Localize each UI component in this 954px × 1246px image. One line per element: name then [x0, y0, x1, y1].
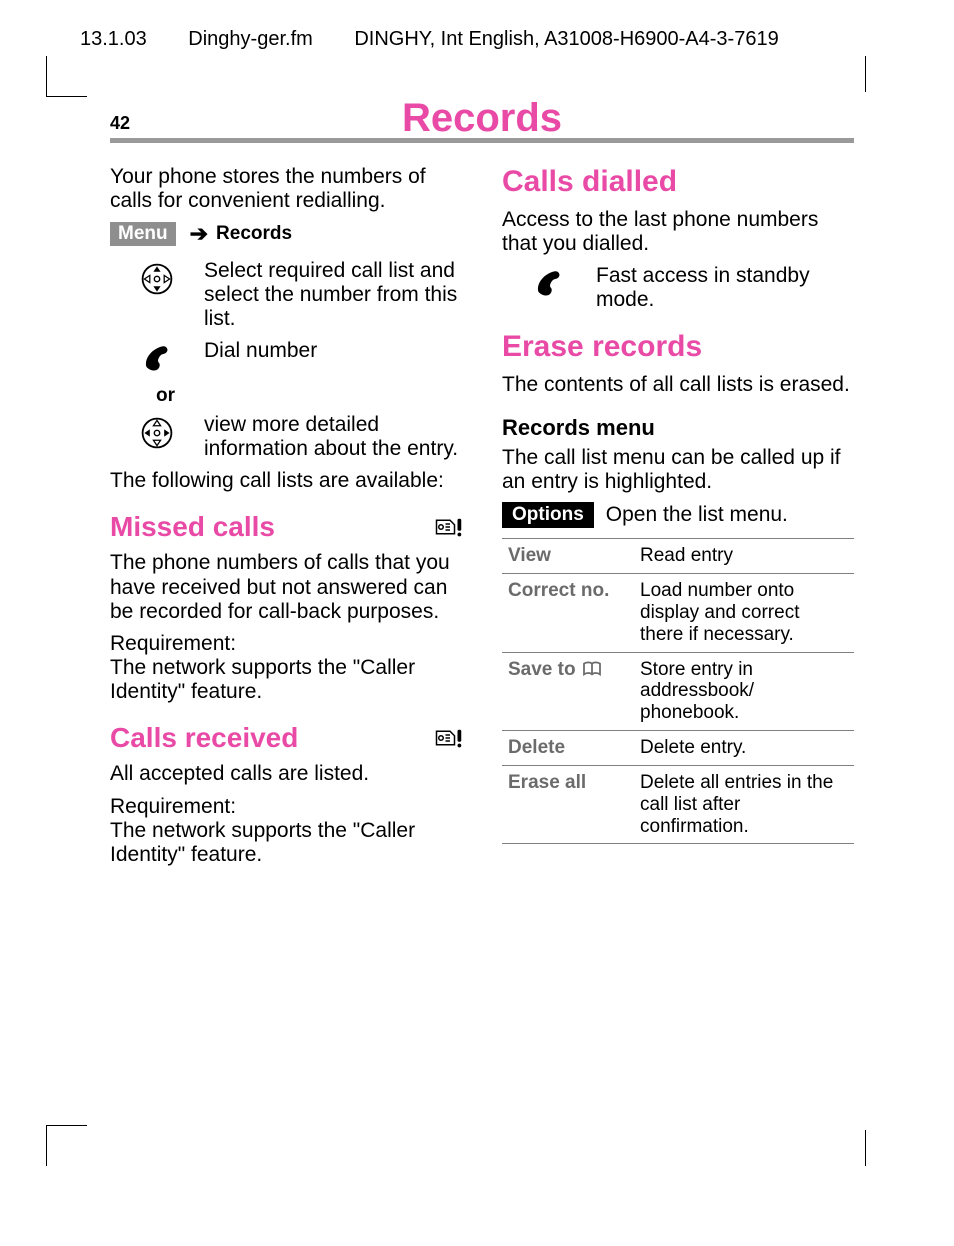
table-row: Correct no. Load number onto display and… [502, 573, 854, 652]
intro-text: Your phone stores the numbers of calls f… [110, 165, 462, 213]
navigation-key-icon [139, 261, 175, 297]
step-text: Dial number [204, 339, 462, 363]
call-key-icon [531, 266, 567, 302]
step-row: Fast access in standby mode. [502, 264, 854, 312]
sim-dependent-icon [432, 516, 462, 538]
header-file: Dinghy-ger.fm [188, 28, 313, 50]
option-desc: Store entry in addressbook/ phonebook. [634, 652, 854, 731]
option-name: Erase all [502, 765, 634, 844]
requirement-label: Requirement: [110, 632, 462, 656]
erase-records-text: The contents of all call lists is erased… [502, 373, 854, 397]
step-text: view more detailed information about the… [204, 413, 462, 461]
requirement-text: The network supports the "Caller Identit… [110, 819, 462, 867]
header-date: 13.1.03 [80, 28, 147, 50]
step-row: Dial number [110, 339, 462, 377]
step-row: Select required call list and select the… [110, 259, 462, 331]
doc-header: 13.1.03 Dinghy-ger.fm DINGHY, Int Englis… [80, 28, 874, 51]
calls-dialled-heading: Calls dialled [502, 165, 854, 200]
calls-received-text: All accepted calls are listed. [110, 762, 462, 786]
arrow-right-icon: ➔ [190, 221, 208, 246]
calls-dialled-text: Access to the last phone numbers that yo… [502, 208, 854, 256]
call-key-icon [139, 341, 175, 377]
option-desc: Read entry [634, 539, 854, 574]
right-column: Calls dialled Access to the last phone n… [502, 165, 854, 875]
options-text: Open the list menu. [606, 503, 788, 527]
step-text: Fast access in standby mode. [596, 264, 854, 312]
records-menu-text: The call list menu can be called up if a… [502, 446, 854, 494]
records-menu-heading: Records menu [502, 415, 854, 440]
step-text: Select required call list and select the… [204, 259, 462, 331]
navigation-key-icon [139, 415, 175, 451]
option-desc: Delete entry. [634, 731, 854, 766]
option-desc: Delete all entries in the call list afte… [634, 765, 854, 844]
option-name: Delete [502, 731, 634, 766]
table-row: View Read entry [502, 539, 854, 574]
table-row: Delete Delete entry. [502, 731, 854, 766]
page-number: 42 [110, 113, 130, 134]
sim-dependent-icon [432, 727, 462, 749]
option-desc: Load number onto display and correct the… [634, 573, 854, 652]
options-row: Options Open the list menu. [502, 502, 854, 528]
left-column: Your phone stores the numbers of calls f… [110, 165, 462, 875]
menu-target: Records [216, 223, 292, 245]
title-bar: 42 Records [110, 94, 854, 143]
missed-calls-heading: Missed calls [110, 511, 462, 543]
crop-mark [865, 56, 866, 92]
page-title: Records [402, 98, 562, 138]
menu-softkey-label: Menu [110, 222, 176, 246]
option-name: Save to [502, 652, 634, 731]
crop-mark [46, 56, 87, 97]
option-name: Correct no. [502, 573, 634, 652]
requirement-label: Requirement: [110, 795, 462, 819]
crop-mark [865, 1130, 866, 1166]
crop-mark [46, 1125, 87, 1166]
step-row: view more detailed information about the… [110, 413, 462, 461]
or-label: or [110, 385, 462, 407]
lists-intro: The following call lists are available: [110, 469, 462, 493]
records-menu-table: View Read entry Correct no. Load number … [502, 538, 854, 844]
menu-path: Menu ➔ Records [110, 221, 462, 246]
option-name: View [502, 539, 634, 574]
header-doc-id: DINGHY, Int English, A31008-H6900-A4-3-7… [354, 28, 778, 50]
missed-calls-text: The phone numbers of calls that you have… [110, 551, 462, 623]
addressbook-icon [581, 661, 603, 677]
erase-records-heading: Erase records [502, 330, 854, 365]
requirement-text: The network supports the "Caller Identit… [110, 656, 462, 704]
table-row: Erase all Delete all entries in the call… [502, 765, 854, 844]
options-softkey-label: Options [502, 502, 594, 528]
calls-received-heading: Calls received [110, 722, 462, 754]
table-row: Save to Store entry in addressbook/ phon… [502, 652, 854, 731]
